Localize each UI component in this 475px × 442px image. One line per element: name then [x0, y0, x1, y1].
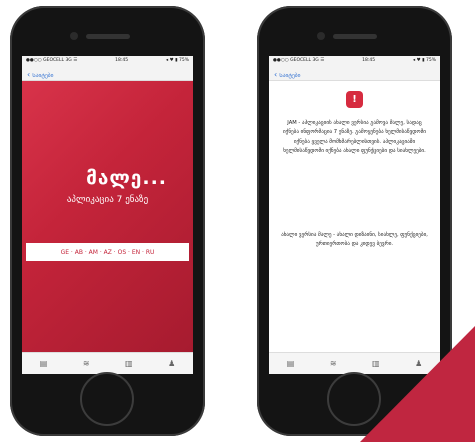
- corner-triangle-decoration: [360, 326, 475, 442]
- tab-bar: ▤ ≋ ▥ ♟: [22, 352, 193, 374]
- tab-feed-icon[interactable]: ≋: [330, 359, 337, 368]
- nav-bar: ‹ Საიტები: [22, 67, 193, 81]
- about-paragraph-1: JAM - აპლიკაციის ახალი ვერსია გამოვა მალ…: [282, 120, 426, 155]
- back-chevron-icon[interactable]: ‹: [274, 70, 277, 79]
- splash-subtitle: აპლიკაცია 7 ენაზე: [66, 195, 149, 205]
- tab-feed-icon[interactable]: ≋: [83, 359, 90, 368]
- status-carrier: ●●○○ GEOCELL 3G ☰: [273, 58, 325, 63]
- tab-profile-icon[interactable]: ♟: [168, 359, 175, 368]
- screen-splash: ●●○○ GEOCELL 3G ☰ 18:45 ◂ ♥ ▮ 75% ‹ Საიტ…: [22, 56, 193, 374]
- about-paragraph-2: ახალი ვერსია მალე - ახალი დიზაინი, სიახლ…: [281, 232, 428, 248]
- back-chevron-icon[interactable]: ‹: [27, 70, 30, 79]
- front-camera: [317, 32, 325, 40]
- tab-news-icon[interactable]: ▤: [40, 359, 48, 368]
- back-button[interactable]: Საიტები: [32, 71, 53, 79]
- tab-news-icon[interactable]: ▤: [287, 359, 295, 368]
- status-bar: ●●○○ GEOCELL 3G ☰ 18:45 ◂ ♥ ▮ 75%: [22, 56, 193, 67]
- earpiece-speaker: [333, 34, 377, 39]
- coming-soon-banner: მალე... აპლიკაცია 7 ენაზე GE · AB · AM ·…: [22, 81, 193, 353]
- status-battery: ◂ ♥ ▮ 75%: [412, 58, 436, 63]
- nav-bar: ‹ Საიტები: [269, 67, 440, 81]
- status-time: 18:45: [115, 58, 129, 63]
- splash-title: მალე...: [86, 167, 167, 189]
- tab-stats-icon[interactable]: ▥: [125, 359, 133, 368]
- status-battery: ◂ ♥ ▮ 75%: [165, 58, 189, 63]
- status-time: 18:45: [362, 58, 376, 63]
- status-carrier: ●●○○ GEOCELL 3G ☰: [26, 58, 78, 63]
- earpiece-speaker: [86, 34, 130, 39]
- about-content: ! JAM - აპლიკაციის ახალი ვერსია გამოვა მ…: [269, 81, 440, 353]
- language-bar[interactable]: GE · AB · AM · AZ · OS · EN · RU: [26, 243, 189, 261]
- app-logo-icon: !: [346, 91, 363, 108]
- front-camera: [70, 32, 78, 40]
- status-bar: ●●○○ GEOCELL 3G ☰ 18:45 ◂ ♥ ▮ 75%: [269, 56, 440, 67]
- home-button[interactable]: [80, 372, 134, 426]
- back-button[interactable]: Საიტები: [279, 71, 300, 79]
- phone-left: ●●○○ GEOCELL 3G ☰ 18:45 ◂ ♥ ▮ 75% ‹ Საიტ…: [10, 6, 205, 436]
